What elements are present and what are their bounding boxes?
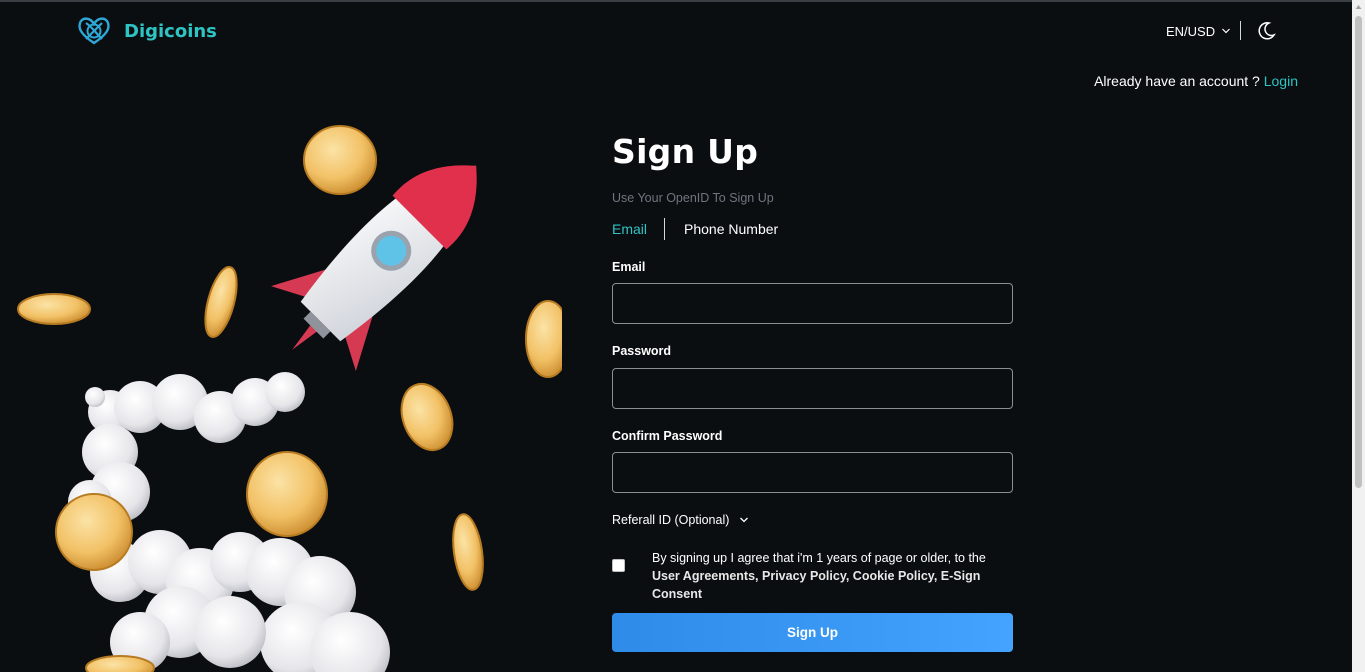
login-link[interactable]: Login	[1264, 73, 1298, 89]
sign-up-button[interactable]: Sign Up	[612, 613, 1013, 652]
scroll-up-arrow-icon[interactable]	[1355, 4, 1362, 10]
email-field[interactable]	[612, 283, 1013, 324]
confirm-password-label: Confirm Password	[612, 429, 723, 443]
agreement-links[interactable]: User Agreements, Privacy Policy, Cookie …	[652, 569, 980, 601]
tab-divider	[664, 218, 666, 240]
password-label: Password	[612, 344, 672, 358]
referral-id-toggle[interactable]: Referall ID (Optional)	[612, 513, 749, 527]
scrollbar-thumb[interactable]	[1355, 16, 1362, 488]
brand-logo[interactable]: Digicoins	[76, 14, 217, 48]
agreement-text: By signing up I agree that i'm 1 years o…	[652, 549, 1022, 603]
scrollbar[interactable]	[1352, 0, 1365, 672]
confirm-password-field[interactable]	[612, 452, 1013, 493]
digicoins-logo-icon	[78, 17, 110, 45]
language-currency-selector[interactable]: EN/USD	[1166, 22, 1231, 40]
tab-phone-number[interactable]: Phone Number	[684, 221, 778, 237]
email-label: Email	[612, 260, 646, 274]
login-prompt: Already have an account ? Login	[1094, 73, 1298, 89]
language-currency-label: EN/USD	[1166, 23, 1216, 39]
page-title: Sign Up	[612, 132, 759, 171]
openid-subtitle[interactable]: Use Your OpenID To Sign Up	[612, 191, 774, 205]
signup-method-tabs: Email Phone Number	[612, 218, 778, 240]
moon-icon[interactable]	[1258, 21, 1276, 41]
header: Digicoins EN/USD	[0, 0, 1352, 62]
rocket-illustration	[0, 62, 562, 672]
header-divider	[1240, 21, 1241, 40]
chevron-down-icon	[1222, 28, 1231, 34]
password-field[interactable]	[612, 368, 1013, 409]
agreement-statement: By signing up I agree that i'm 1 years o…	[652, 551, 986, 565]
signup-form: Sign Up Use Your OpenID To Sign Up Email…	[612, 132, 1013, 652]
chevron-down-icon	[740, 517, 749, 523]
rocket	[271, 165, 477, 371]
tab-email[interactable]: Email	[612, 221, 647, 237]
login-prompt-text: Already have an account ?	[1094, 73, 1260, 89]
agreement-checkbox[interactable]	[612, 559, 625, 572]
brand-name: Digicoins	[124, 20, 217, 42]
rocket-coins-image	[17, 125, 562, 672]
referral-id-label: Referall ID (Optional)	[612, 513, 730, 527]
